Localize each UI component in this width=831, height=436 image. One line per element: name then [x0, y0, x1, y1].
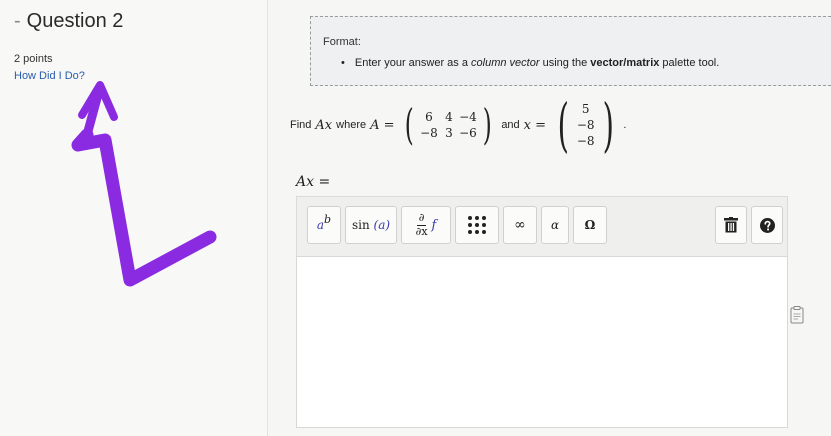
vector-x: ( 5 −8 −8 )	[557, 91, 614, 159]
superscript-button[interactable]: ab	[307, 206, 341, 244]
collapse-dash[interactable]: -	[14, 10, 21, 32]
matrix-a-entries: 6 4 −4 −8 3 −6	[417, 110, 479, 140]
answer-label: Ax =	[296, 174, 331, 190]
format-text: using the	[539, 57, 591, 69]
clear-button[interactable]	[715, 206, 747, 244]
x-equals: x =	[523, 117, 547, 133]
points-label: 2 points	[14, 53, 53, 65]
a-equals: A =	[370, 117, 395, 133]
matrix-button[interactable]	[455, 206, 499, 244]
derivative-button[interactable]: ∂ ∂x f	[401, 206, 451, 244]
trash-icon	[724, 217, 738, 233]
derivative-denominator: ∂x	[415, 224, 428, 238]
where-text: where	[336, 119, 367, 131]
derivative-numerator: ∂	[416, 211, 427, 226]
superscript-exp: b	[324, 212, 332, 226]
question-content: Format: • Enter your answer as a column v…	[268, 0, 831, 436]
matrix-grid-icon	[468, 216, 486, 234]
greek-lower-button[interactable]: α	[541, 206, 569, 244]
format-instructions: Format: • Enter your answer as a column v…	[310, 16, 831, 86]
format-emphasis: column vector	[471, 57, 540, 69]
sin-arg: (a)	[373, 218, 391, 232]
bullet: •	[341, 57, 345, 69]
superscript-base: a	[316, 218, 325, 232]
format-item: • Enter your answer as a column vector us…	[341, 57, 719, 69]
function-button[interactable]: sin (a)	[345, 206, 397, 244]
matrix-a-entry: −4	[459, 110, 477, 124]
vector-x-entry: −8	[576, 118, 595, 132]
format-label: Format:	[323, 36, 361, 48]
question-title: - Question 2	[14, 10, 123, 33]
math-toolbar: ab sin (a) ∂ ∂x f ∞ α Ω	[296, 196, 788, 256]
question-sidebar: - Question 2 2 points How Did I Do?	[0, 0, 268, 436]
derivative-function: f	[431, 217, 437, 233]
question-title-text: Question 2	[26, 10, 124, 32]
period: .	[623, 119, 627, 131]
matrix-a-entry: 4	[445, 110, 453, 124]
derivative-fraction: ∂ ∂x	[416, 212, 428, 237]
find-text: Find	[290, 119, 312, 131]
vector-x-entries: 5 −8 −8	[575, 102, 597, 148]
problem-statement: Find Ax where A = ( 6 4 −4 −8 3 −6 ) and x = …	[290, 95, 626, 155]
ax-expression: Ax	[315, 117, 333, 133]
matrix-a-entry: 6	[425, 110, 433, 124]
vector-x-entry: 5	[581, 102, 590, 116]
help-button[interactable]	[751, 206, 783, 244]
infinity-button[interactable]: ∞	[503, 206, 537, 244]
format-text: Enter your answer as a	[354, 57, 472, 69]
vector-x-entry: −8	[576, 134, 595, 148]
format-text: palette tool.	[659, 57, 720, 69]
matrix-a-entry: −8	[420, 126, 438, 140]
matrix-a-entry: 3	[445, 126, 453, 140]
format-bold: vector/matrix	[590, 57, 660, 69]
and-text: and	[501, 119, 520, 131]
matrix-a-entry: −6	[459, 126, 477, 140]
clipboard-icon[interactable]	[790, 306, 804, 324]
help-icon	[759, 217, 775, 233]
answer-input-area[interactable]	[296, 256, 788, 428]
matrix-a: ( 6 4 −4 −8 3 −6 )	[404, 100, 492, 149]
sin-text: sin	[351, 218, 370, 232]
greek-upper-button[interactable]: Ω	[573, 206, 607, 244]
purple-arrow-annotation	[71, 81, 217, 287]
